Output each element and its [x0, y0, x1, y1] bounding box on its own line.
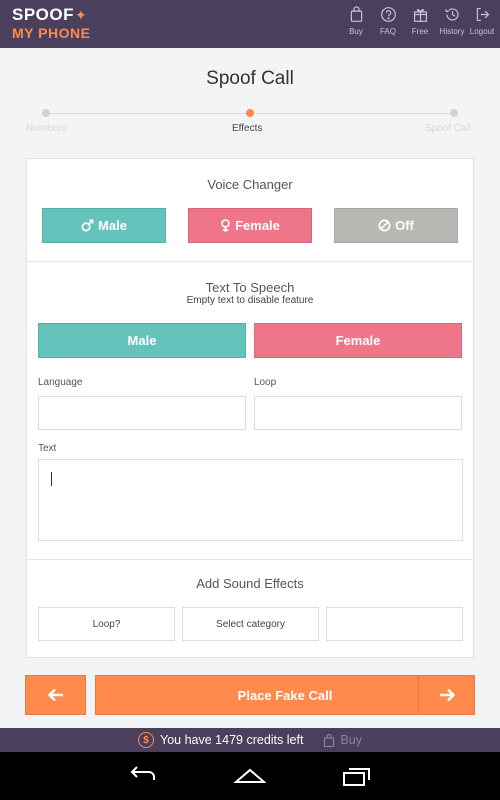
credits-buy-button[interactable]: Buy: [323, 733, 362, 747]
voice-changer-title: Voice Changer: [207, 177, 293, 192]
text-cursor: [51, 472, 52, 486]
bag-icon: [324, 733, 335, 747]
nav-history-label: History: [439, 27, 465, 36]
top-nav: Buy FAQ Free History Logout: [340, 6, 496, 36]
loop-select[interactable]: [254, 396, 462, 430]
app-logo[interactable]: SPOOF ✦ MY PHONE: [12, 6, 90, 40]
language-label: Language: [38, 377, 83, 388]
nav-buy[interactable]: Buy: [340, 6, 372, 36]
credits-text: You have 1479 credits left: [160, 733, 304, 747]
credits-buy-label: Buy: [340, 733, 362, 747]
nav-faq[interactable]: FAQ: [372, 6, 404, 36]
question-icon: [380, 7, 396, 22]
tts-title: Text To Speech: [205, 280, 295, 295]
gift-icon: [413, 9, 427, 22]
tts-text-input[interactable]: [38, 459, 463, 541]
nav-history[interactable]: History: [436, 6, 468, 36]
section-divider: [27, 559, 473, 560]
sound-category-select[interactable]: Select category: [182, 607, 319, 641]
tts-male-button[interactable]: Male: [38, 323, 246, 358]
place-fake-call-label: Place Fake Call: [237, 687, 333, 703]
female-symbol-icon: [221, 218, 230, 232]
sound-wave-icon: ✦: [75, 6, 88, 23]
step-label-effects[interactable]: Effects: [232, 123, 262, 134]
loop-label: Loop: [254, 377, 277, 388]
back-button[interactable]: [25, 675, 86, 715]
tts-male-label: Male: [127, 333, 157, 348]
sound-loop-select[interactable]: Loop?: [38, 607, 175, 641]
recent-apps-icon[interactable]: [342, 766, 372, 786]
app-header: SPOOF ✦ MY PHONE Buy FAQ Free History Lo…: [0, 0, 500, 48]
voice-off-button[interactable]: Off: [334, 208, 458, 243]
sound-effects-title: Add Sound Effects: [196, 576, 304, 591]
voice-off-label: Off: [395, 218, 414, 233]
home-icon[interactable]: [234, 768, 266, 784]
logo-line-2: MY PHONE: [12, 25, 91, 41]
page-title: Spoof Call: [206, 68, 294, 89]
effects-card: Voice Changer Male Female Off Text To Sp…: [26, 158, 474, 658]
nav-free-label: Free: [411, 27, 429, 36]
nav-logout[interactable]: Logout: [468, 6, 496, 36]
system-nav-bar: [0, 752, 500, 800]
history-icon: [445, 8, 459, 21]
step-label-numbers[interactable]: Numbers: [26, 123, 67, 134]
next-button[interactable]: [419, 675, 475, 715]
nav-buy-label: Buy: [349, 27, 363, 36]
voice-female-button[interactable]: Female: [188, 208, 312, 243]
step-dot-spoof-call[interactable]: [450, 109, 458, 117]
logout-icon: [476, 7, 489, 22]
tts-female-label: Female: [335, 333, 381, 348]
step-label-spoof-call[interactable]: Spoof Call: [425, 123, 471, 134]
arrow-left-icon: [47, 688, 63, 702]
text-label: Text: [38, 443, 57, 454]
nav-faq-label: FAQ: [379, 27, 396, 36]
tts-female-button[interactable]: Female: [254, 323, 462, 358]
credits-bar: $ You have 1479 credits left Buy: [0, 728, 500, 752]
voice-male-label: Male: [98, 218, 127, 233]
section-divider: [27, 261, 473, 262]
sound-select[interactable]: [326, 607, 463, 641]
voice-female-label: Female: [235, 218, 280, 233]
nav-free[interactable]: Free: [404, 6, 436, 36]
bag-icon: [350, 6, 362, 22]
voice-male-button[interactable]: Male: [42, 208, 166, 243]
step-dot-numbers[interactable]: [42, 109, 50, 117]
language-select[interactable]: [38, 396, 246, 430]
arrow-right-icon: [439, 688, 455, 702]
disabled-icon: [378, 219, 391, 232]
logo-line-1: SPOOF: [12, 5, 75, 24]
dollar-icon: $: [138, 732, 155, 748]
tts-subtitle: Empty text to disable feature: [186, 295, 314, 306]
nav-logout-label: Logout: [469, 27, 495, 36]
back-icon[interactable]: [128, 766, 158, 784]
male-symbol-icon: [81, 219, 94, 232]
step-dot-effects[interactable]: [246, 109, 254, 117]
